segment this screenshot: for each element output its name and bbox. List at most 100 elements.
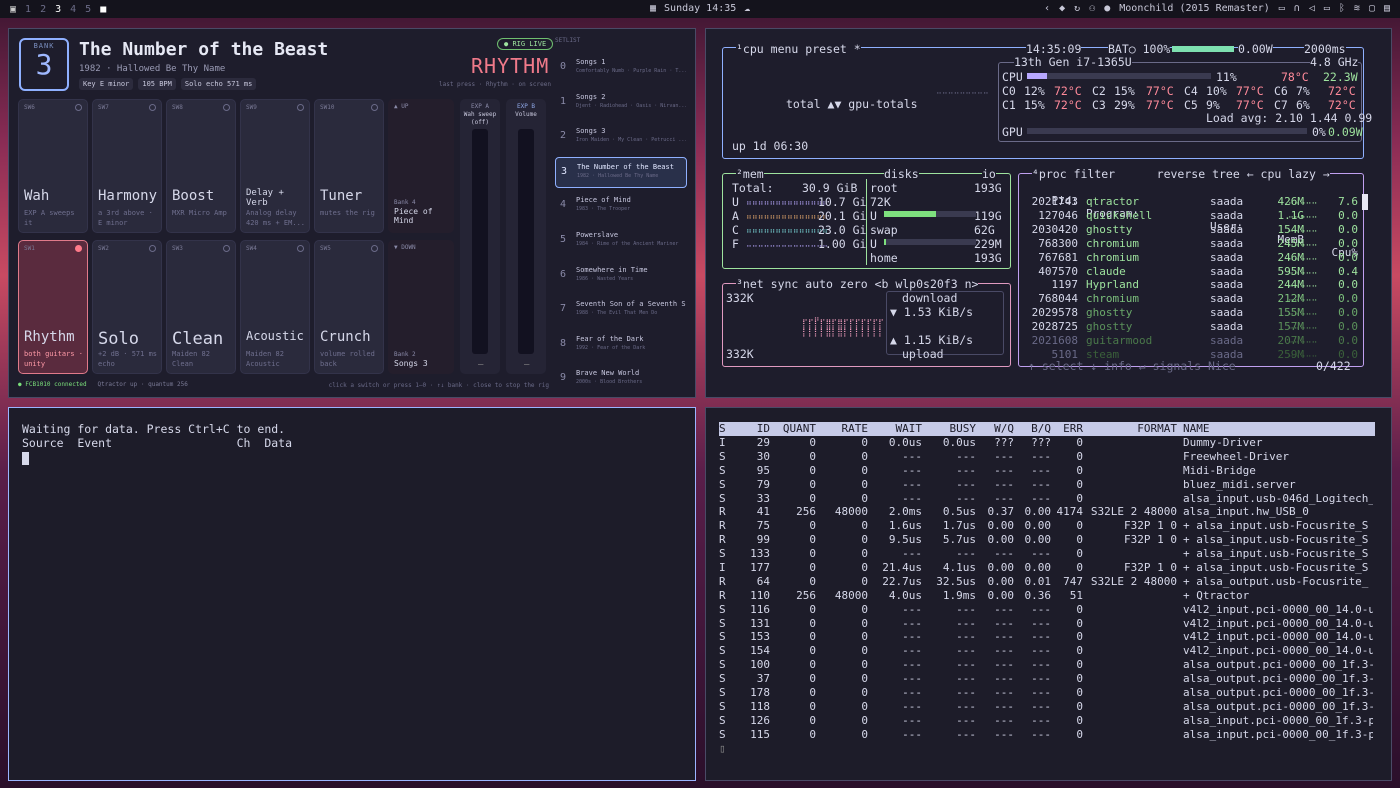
pw-top-row[interactable]: S 154 0 0 --- --- --- --- 0 v4l2_input.pci-0000_0… [719,644,1391,658]
pw-top-cell: S [719,686,726,700]
proc-tabs[interactable]: ⁴proc filter reverse tree ← cpu lazy → [1032,167,1330,181]
pw-top-row[interactable]: S 37 0 0 --- --- --- --- 0 alsa_output.pci-0000_0… [719,672,1391,686]
pw-top-row[interactable]: S 126 0 0 --- --- --- --- 0 alsa_input.pci-0000_0… [719,714,1391,728]
now-playing[interactable]: Moonchild (2015 Remaster) [1119,3,1270,14]
switch-acoustic[interactable]: SW4 Acoustic Maiden 82 Acoustic [240,240,310,374]
pw-top-row[interactable]: S 30 0 0 --- --- --- --- 0 Freewheel-Driver [719,450,1391,464]
pw-top-row[interactable]: I 177 0 0 21.4us 4.1us 0.00 0.00 0 F32P 1 0 + alsa… [719,561,1391,575]
pw-top-row[interactable]: R 110 256 48000 4.0us 1.9ms 0.00 0.36 51 + Qtract… [719,589,1391,603]
display-icon[interactable]: ▭ [1324,3,1330,14]
switch-wah[interactable]: SW6 Wah EXP A sweeps it [18,99,88,233]
net-title[interactable]: ³net sync auto zero <b wlp0s20f3 n> [736,277,979,291]
pw-top-cell: --- [1031,616,1051,630]
proc-footer[interactable]: ↑ select ↓ info ↵ signals Nice [1028,359,1236,373]
pw-top-row[interactable]: S 95 0 0 --- --- --- --- 0 Midi-Bridge [719,464,1391,478]
pw-top-cell: 33 [756,491,770,505]
net-graph-top: 332K [726,291,754,305]
io-title[interactable]: io [982,167,996,181]
setlist-item[interactable]: 5 Powerslave 1984 · Rime of the Ancient Ma… [555,226,687,257]
setlist-item[interactable]: 4 Piece of Mind 1983 · The Trooper [555,191,687,222]
pw-top-row[interactable]: S 118 0 0 --- --- --- --- 0 alsa_output.pci-0000_… [719,700,1391,714]
pw-top-cell: --- [956,644,976,658]
sync-icon[interactable]: ↻ [1074,3,1080,14]
setlist-item[interactable]: 9 Brave New World 2000s · Blood Brothers [555,364,687,395]
switch-clean[interactable]: SW3 Clean Maiden 82 Clean [166,240,236,374]
mem-title[interactable]: ²mem [736,167,764,181]
cpu-tabs[interactable]: ¹cpu menu preset * [736,42,861,56]
pw-top-row[interactable]: R 99 0 0 9.5us 5.7us 0.00 0.00 0 F32P 1 0 + alsa_i… [719,533,1391,547]
pw-top-row[interactable]: I 29 0 0 0.0us 0.0us?????? 0 Dummy-Driver [719,436,1391,450]
pw-top-row[interactable]: S 33 0 0 --- --- --- --- 0 alsa_input.usb-046d_Lo… [719,492,1391,506]
switch-boost[interactable]: SW8 Boost MXR Micro Amp [166,99,236,233]
switch-rhythm[interactable]: SW1 Rhythm both guitars · unity [18,240,88,374]
switch-tuner[interactable]: SW10 Tuner mutes the rig [314,99,384,233]
pw-top-row[interactable]: S 131 0 0 --- --- --- --- 0 v4l2_input.pci-0000_0… [719,617,1391,631]
pw-top-row[interactable]: R 64 0 0 22.7us 32.5us 0.00 0.01 747 S32LE 2 4800… [719,575,1391,589]
pw-top-cell: 0 [861,547,868,561]
workspace-5[interactable]: 5 [85,4,91,15]
bank-up-button[interactable]: ▲ UP Bank 4 Piece of Mind [388,99,454,233]
setlist-item[interactable]: 0 Songs 1 Comfortably Numb · Purple Rain ·… [555,53,687,84]
battery-icon[interactable]: ▭ [1279,3,1285,14]
setlist-item[interactable]: 2 Songs 3 Iron Maiden · My Clean · Petrucc… [555,122,687,153]
setlist-item[interactable]: 3 The Number of the Beast 1982 · Hallowed … [555,156,687,188]
pw-top-row[interactable]: S 133 0 0 --- --- --- --- 0 + alsa_input.usb-Focu… [719,547,1391,561]
music-icon[interactable]: ● [1104,3,1110,14]
bank-down-button[interactable]: ▼ DOWN Bank 2 Songs 3 [388,240,454,374]
pw-top-cell: --- [1031,699,1051,713]
switch-delay-verb[interactable]: SW9 Delay + Verb Analog delay 420 ms + E… [240,99,310,233]
switch-harmony[interactable]: SW7 Harmony a 3rd above · E minor [92,99,162,233]
pw-top-cell: --- [956,727,976,741]
exp-a-track[interactable] [472,129,488,354]
setlist-item[interactable]: 8 Fear of the Dark 1992 · Fear of the Dark [555,330,687,361]
scratchpad-icon[interactable]: ■ [100,4,106,15]
pw-top-cell: --- [1031,602,1051,616]
pw-top-row[interactable]: S 153 0 0 --- --- --- --- 0 v4l2_input.pci-0000_0… [719,630,1391,644]
pw-top-row[interactable]: S 115 0 0 --- --- --- --- 0 alsa_input.pci-0000_0… [719,728,1391,742]
graph-label[interactable]: total ▲▼ gpu-totals [786,97,918,111]
switch-crunch[interactable]: SW5 Crunch volume rolled back [314,240,384,374]
pw-top-row[interactable]: R 75 0 0 1.6us 1.7us 0.00 0.00 0 F32P 1 0 + alsa_i… [719,519,1391,533]
pw-top-row[interactable]: S 178 0 0 --- --- --- --- 0 alsa_output.pci-0000_… [719,686,1391,700]
core-stat: 72°C [1054,84,1082,98]
wifi-icon[interactable]: ≋ [1354,3,1360,14]
volume-icon[interactable]: ◁ [1309,3,1315,14]
setlist-title: Fear of the Dark [576,334,644,343]
setlist-item[interactable]: 1 Songs 2 Djent · Radiohead · Oasis · Nirv… [555,88,687,119]
headphones-icon[interactable]: ∩ [1294,3,1300,14]
notifications-icon[interactable]: ▤ [1384,3,1390,14]
setlist-item[interactable]: 7 Seventh Son of a Seventh S... 1988 · The… [555,295,687,326]
proc-scrollbar[interactable] [1362,194,1368,210]
workspace-3[interactable]: 3 [55,4,61,15]
pw-top-row[interactable]: S 79 0 0 --- --- --- --- 0 bluez_midi.server [719,478,1391,492]
pw-top-row[interactable]: S 100 0 0 --- --- --- --- 0 alsa_output.pci-0000_… [719,658,1391,672]
monitor-icon[interactable]: ▢ [1369,3,1375,14]
pw-top-row[interactable]: R 41 256 48000 2.0ms 0.5us 0.37 0.00 4174 S32LE 2… [719,505,1391,519]
exp-b-pedal[interactable]: EXP B Volume – [506,99,546,374]
layout-icon[interactable]: ▣ [10,4,16,15]
switch-solo[interactable]: SW2 Solo +2 dB · 571 ms echo [92,240,162,374]
disks-title[interactable]: disks [884,167,919,181]
clock[interactable]: ▦ Sunday 14:35 ☁ [650,3,750,14]
pw-top-cell: 116 [750,602,770,616]
pw-top-cell: --- [956,616,976,630]
exp-a-title: EXP A Wah sweep (off) [463,103,497,126]
workspace-1[interactable]: 1 [25,4,31,15]
workspace-4[interactable]: 4 [70,4,76,15]
midi-monitor-terminal[interactable]: Waiting for data. Press Ctrl+C to end. S… [8,407,696,781]
exp-a-pedal[interactable]: EXP A Wah sweep (off) – [460,99,500,374]
nav-song: Piece of Mind [394,207,433,225]
exp-b-track[interactable] [518,129,534,354]
chevron-left-icon[interactable]: ‹ [1044,3,1050,14]
pw-top-cell: 0.00 [1024,519,1052,533]
workspace-2[interactable]: 2 [40,4,46,15]
setlist-item[interactable]: 6 Somewhere in Time 1986 · Wasted Years [555,261,687,292]
cpu-total-label: CPU [1002,70,1023,84]
refresh-interval[interactable]: 2000ms [1304,42,1346,56]
user-icon[interactable]: ⚇ [1089,3,1095,14]
bluetooth-icon[interactable]: ᛒ [1339,3,1345,14]
led-icon [75,245,82,252]
terminal-header: Source Event Ch Data [22,436,293,450]
pw-top-row[interactable]: S 116 0 0 --- --- --- --- 0 v4l2_input.pci-0000_0… [719,603,1391,617]
shield-icon[interactable]: ◆ [1059,3,1065,14]
